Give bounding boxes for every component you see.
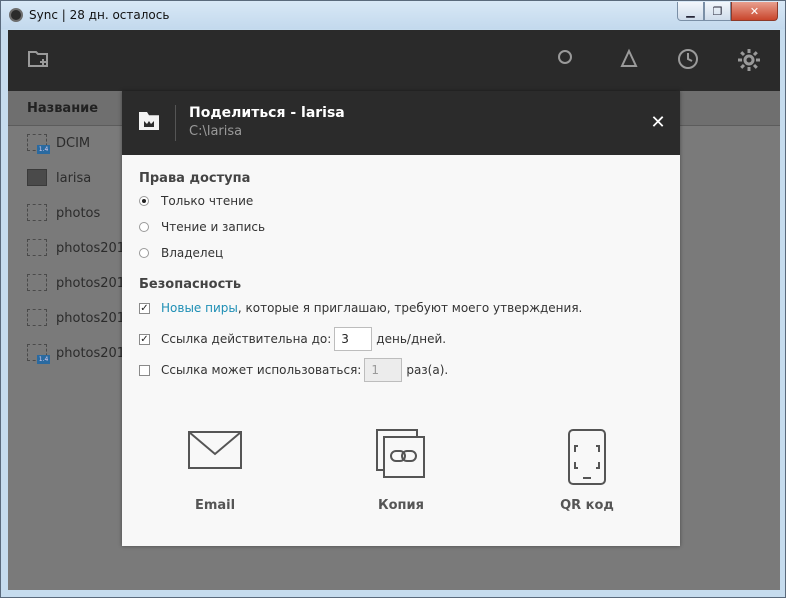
dialog-title: Поделиться - larisa xyxy=(189,105,345,121)
folder-path: C:\larisa xyxy=(189,124,243,139)
access-owner-option[interactable]: Владелец xyxy=(139,246,223,260)
file-name: photos201 xyxy=(56,241,126,256)
qr-code-icon xyxy=(568,429,606,485)
expiry-label: Ссылка действительна до: xyxy=(161,332,332,346)
folder-plus-icon[interactable] xyxy=(27,47,51,71)
access-read-only-option[interactable]: Только чтение xyxy=(139,194,253,208)
shared-folder-icon xyxy=(139,112,159,130)
share-qr-label: QR код xyxy=(560,498,614,513)
security-heading: Безопасность xyxy=(139,277,242,292)
placeholder-folder-icon xyxy=(27,274,47,291)
uses-checkbox[interactable] xyxy=(139,364,150,376)
share-qr-button[interactable] xyxy=(527,428,647,486)
share-copy-label: Копия xyxy=(378,498,424,513)
maximize-button[interactable]: ❐ xyxy=(704,2,731,21)
minimize-button[interactable]: ▁ xyxy=(677,2,704,21)
approval-option[interactable]: ✓ Новые пиры , которые я приглашаю, треб… xyxy=(139,301,582,315)
copy-link-icon xyxy=(376,429,425,478)
expiry-unit: день/дней. xyxy=(376,332,447,346)
share-email-label: Email xyxy=(194,498,236,513)
access-heading: Права доступа xyxy=(139,171,251,186)
envelope-icon xyxy=(188,431,242,469)
dialog-header: Поделиться - larisa C:\larisa ✕ xyxy=(122,91,680,155)
file-name: photos201 xyxy=(56,276,126,291)
app-window: Sync | 28 дн. осталось ▁ ❐ ✕ Название 1.… xyxy=(0,0,786,598)
radio-read-write[interactable] xyxy=(139,222,149,232)
gear-icon[interactable] xyxy=(737,48,761,72)
version-badge: 1.4 xyxy=(37,355,50,364)
shared-folder-icon xyxy=(27,169,47,186)
approval-text: , которые я приглашаю, требуют моего утв… xyxy=(237,301,583,315)
share-copy-button[interactable] xyxy=(341,428,461,480)
placeholder-folder-icon xyxy=(27,204,47,221)
share-dialog: Поделиться - larisa C:\larisa ✕ Права до… xyxy=(122,91,680,546)
expiry-checkbox[interactable]: ✓ xyxy=(139,333,150,345)
placeholder-folder-icon xyxy=(27,239,47,256)
header-divider xyxy=(175,105,176,141)
uses-unit: раз(а). xyxy=(406,363,449,377)
new-peers-link[interactable]: Новые пиры xyxy=(161,301,238,315)
history-icon[interactable] xyxy=(677,48,699,70)
radio-label: Владелец xyxy=(161,246,224,260)
window-close-button[interactable]: ✕ xyxy=(731,2,778,21)
radio-read-only[interactable] xyxy=(139,196,149,206)
uses-option[interactable]: Ссылка может использоваться: раз(а). xyxy=(139,358,448,382)
radio-label: Чтение и запись xyxy=(161,220,266,234)
file-name: photos201 xyxy=(56,311,126,326)
version-badge: 1.4 xyxy=(37,145,50,154)
sync-app-icon xyxy=(9,8,23,22)
file-name: DCIM xyxy=(56,136,91,151)
alert-icon[interactable] xyxy=(618,48,640,70)
approval-checkbox[interactable]: ✓ xyxy=(139,302,150,314)
radio-owner[interactable] xyxy=(139,248,149,258)
main-toolbar xyxy=(8,30,780,91)
search-icon[interactable] xyxy=(556,48,578,70)
file-name: photos xyxy=(56,206,101,221)
uses-count-input[interactable] xyxy=(364,358,403,382)
window-title: Sync | 28 дн. осталось xyxy=(29,8,170,22)
placeholder-folder-icon xyxy=(27,309,47,326)
radio-label: Только чтение xyxy=(161,194,254,208)
app-client-area: Название 1.4 DCIM larisa photos photos20… xyxy=(8,30,780,590)
folder-error-icon: 1.4 xyxy=(27,134,50,154)
expiry-days-input[interactable] xyxy=(334,327,373,351)
access-read-write-option[interactable]: Чтение и запись xyxy=(139,220,265,234)
title-bar: Sync | 28 дн. осталось ▁ ❐ ✕ xyxy=(1,1,785,29)
close-icon[interactable]: ✕ xyxy=(648,113,668,133)
file-name: larisa xyxy=(56,171,92,186)
share-email-button[interactable] xyxy=(155,428,275,472)
synced-folder-icon: 1.4 xyxy=(27,344,50,364)
column-name-header[interactable]: Название xyxy=(27,101,98,116)
uses-label: Ссылка может использоваться: xyxy=(161,363,362,377)
expiry-option[interactable]: ✓ Ссылка действительна до: день/дней. xyxy=(139,327,446,351)
file-name: photos201 xyxy=(56,346,126,361)
